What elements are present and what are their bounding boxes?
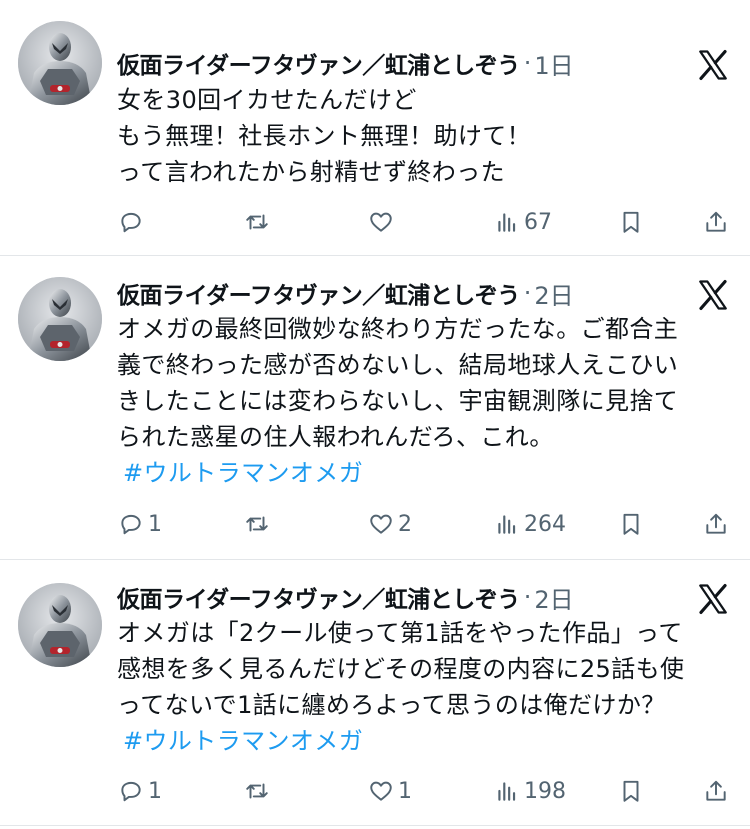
bookmark-icon (623, 780, 639, 802)
views-count: 264 (524, 511, 566, 537)
tweet-text-line: きしたことには変わらないし、宇宙観測隊に見捨て (117, 387, 679, 415)
views-chart-icon (498, 515, 516, 534)
timestamp[interactable]: 2日 (534, 276, 573, 311)
tweet-actions: 1 2 264 (0, 504, 750, 544)
share-button[interactable] (703, 202, 729, 242)
tweet-text-line: って言われたから射精せず終わった (117, 158, 505, 186)
reply-icon (121, 212, 141, 233)
share-icon (706, 211, 726, 232)
retweet-icon (246, 783, 268, 799)
views-count: 198 (524, 778, 566, 804)
tweet-card[interactable]: 仮面ライダーフタヴァン／虹浦としぞう · 2日 オメガの最終回微妙な終わり方だっ… (0, 256, 750, 560)
tweet-text-line: 感想を多く見るんだけどその程度の内容に25話も使 (117, 655, 685, 683)
reply-button[interactable]: 1 (118, 771, 162, 811)
tweet-text-line: られた惑星の住人報われんだろ、これ。 (117, 423, 554, 451)
separator-dot: · (523, 279, 532, 307)
rider-avatar-image (18, 583, 102, 667)
tweet-text-line: オメガは「2クール使って第1話をやった作品」って (117, 619, 683, 647)
avatar[interactable] (18, 277, 102, 361)
avatar[interactable] (18, 21, 102, 105)
like-count: 1 (398, 778, 412, 804)
reply-button[interactable]: 1 (118, 504, 162, 544)
tweet-card[interactable]: 仮面ライダーフタヴァン／虹浦としぞう · 1日 女を30回イカせたんだけど もう… (0, 0, 750, 256)
tweet-actions: 67 (0, 202, 750, 242)
retweet-icon (246, 214, 268, 230)
share-button[interactable] (703, 504, 729, 544)
like-button[interactable]: 2 (368, 504, 412, 544)
tweet-header: 仮面ライダーフタヴァン／虹浦としぞう · 2日 (117, 276, 726, 310)
reply-button[interactable] (118, 202, 148, 242)
retweet-button[interactable] (244, 771, 274, 811)
tweet-text-line: オメガの最終回微妙な終わり方だったな。ご都合主 (117, 315, 679, 343)
reply-count: 1 (148, 778, 162, 804)
retweet-button[interactable] (244, 202, 274, 242)
views-chart-icon (498, 213, 516, 232)
views-button[interactable]: 198 (494, 771, 566, 811)
views-chart-icon (498, 782, 516, 801)
reply-icon (121, 781, 141, 802)
tweet-header: 仮面ライダーフタヴァン／虹浦としぞう · 1日 (117, 46, 726, 80)
views-button[interactable]: 264 (494, 504, 566, 544)
views-count: 67 (524, 209, 552, 235)
share-button[interactable] (703, 771, 729, 811)
tweet-actions: 1 1 198 (0, 771, 750, 811)
tweet-text: 女を30回イカせたんだけど もう無理！社長ホント無理！助けて！ って言われたから… (117, 82, 726, 190)
x-logo-icon[interactable] (696, 278, 730, 312)
timestamp[interactable]: 2日 (534, 580, 573, 615)
tweet-header: 仮面ライダーフタヴァン／虹浦としぞう · 2日 (117, 580, 726, 614)
bookmark-button[interactable] (618, 202, 644, 242)
like-button[interactable]: 1 (368, 771, 412, 811)
heart-icon (370, 781, 392, 801)
x-logo-icon[interactable] (696, 582, 730, 616)
bookmark-button[interactable] (618, 504, 644, 544)
rider-avatar-image (18, 277, 102, 361)
heart-icon (370, 514, 392, 534)
separator-dot: · (523, 49, 532, 77)
bookmark-icon (623, 513, 639, 535)
rider-avatar-image (18, 21, 102, 105)
reply-icon (121, 514, 141, 535)
bookmark-icon (623, 211, 639, 233)
author-name[interactable]: 仮面ライダーフタヴァン／虹浦としぞう (117, 46, 520, 80)
retweet-icon (246, 516, 268, 532)
x-logo-icon[interactable] (696, 48, 730, 82)
tweet-text: オメガの最終回微妙な終わり方だったな。ご都合主 義で終わった感が否めないし、結局… (117, 311, 726, 491)
tweet-card[interactable]: 仮面ライダーフタヴァン／虹浦としぞう · 2日 オメガは「2クール使って第1話を… (0, 560, 750, 826)
views-button[interactable]: 67 (494, 202, 552, 242)
share-icon (706, 513, 726, 534)
tweet-text-line: 義で終わった感が否めないし、結局地球人えこひい (117, 351, 679, 379)
reply-count: 1 (148, 511, 162, 537)
tweet-text-line: もう無理！社長ホント無理！助けて！ (117, 122, 532, 150)
tweet-text-line: ってないで1話に纏めろよって思うのは俺だけか？ (117, 691, 666, 719)
like-button[interactable] (368, 202, 398, 242)
hashtag-link[interactable]: #ウルトラマンオメガ (117, 723, 726, 759)
tweet-text: オメガは「2クール使って第1話をやった作品」って 感想を多く見るんだけどその程度… (117, 615, 726, 759)
separator-dot: · (523, 583, 532, 611)
retweet-button[interactable] (244, 504, 274, 544)
like-count: 2 (398, 511, 412, 537)
author-name[interactable]: 仮面ライダーフタヴァン／虹浦としぞう (117, 580, 520, 614)
timeline-feed: 仮面ライダーフタヴァン／虹浦としぞう · 1日 女を30回イカせたんだけど もう… (0, 0, 750, 826)
share-icon (706, 780, 726, 801)
avatar[interactable] (18, 583, 102, 667)
tweet-text-line: 女を30回イカせたんだけど (117, 86, 417, 114)
author-name[interactable]: 仮面ライダーフタヴァン／虹浦としぞう (117, 276, 520, 310)
heart-icon (370, 212, 392, 232)
bookmark-button[interactable] (618, 771, 644, 811)
hashtag-link[interactable]: #ウルトラマンオメガ (117, 455, 726, 491)
timestamp[interactable]: 1日 (534, 46, 573, 81)
